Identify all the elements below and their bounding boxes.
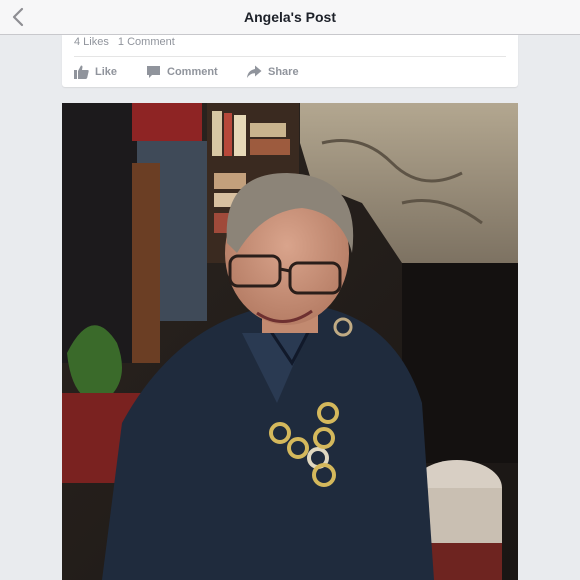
divider — [74, 56, 506, 57]
comment-icon — [147, 66, 160, 78]
like-label: Like — [95, 66, 118, 78]
post-card: 4 Likes 1 Comment Like Comment Share — [62, 35, 518, 87]
share-label: Share — [268, 66, 299, 78]
comment-button[interactable]: Comment — [146, 62, 218, 82]
post-photo[interactable] — [62, 103, 518, 580]
comments-count[interactable]: 1 Comment — [118, 36, 175, 48]
share-button[interactable]: Share — [246, 62, 299, 82]
comment-label: Comment — [167, 66, 218, 78]
share-icon — [247, 65, 262, 78]
likes-count[interactable]: 4 Likes — [74, 36, 109, 48]
photo-image — [62, 103, 518, 580]
reaction-counts: 4 Likes 1 Comment — [74, 36, 181, 48]
navigation-bar: Angela's Post — [0, 0, 580, 35]
like-button[interactable]: Like — [74, 62, 117, 82]
page-title: Angela's Post — [243, 9, 337, 25]
thumbs-up-icon — [74, 65, 89, 79]
